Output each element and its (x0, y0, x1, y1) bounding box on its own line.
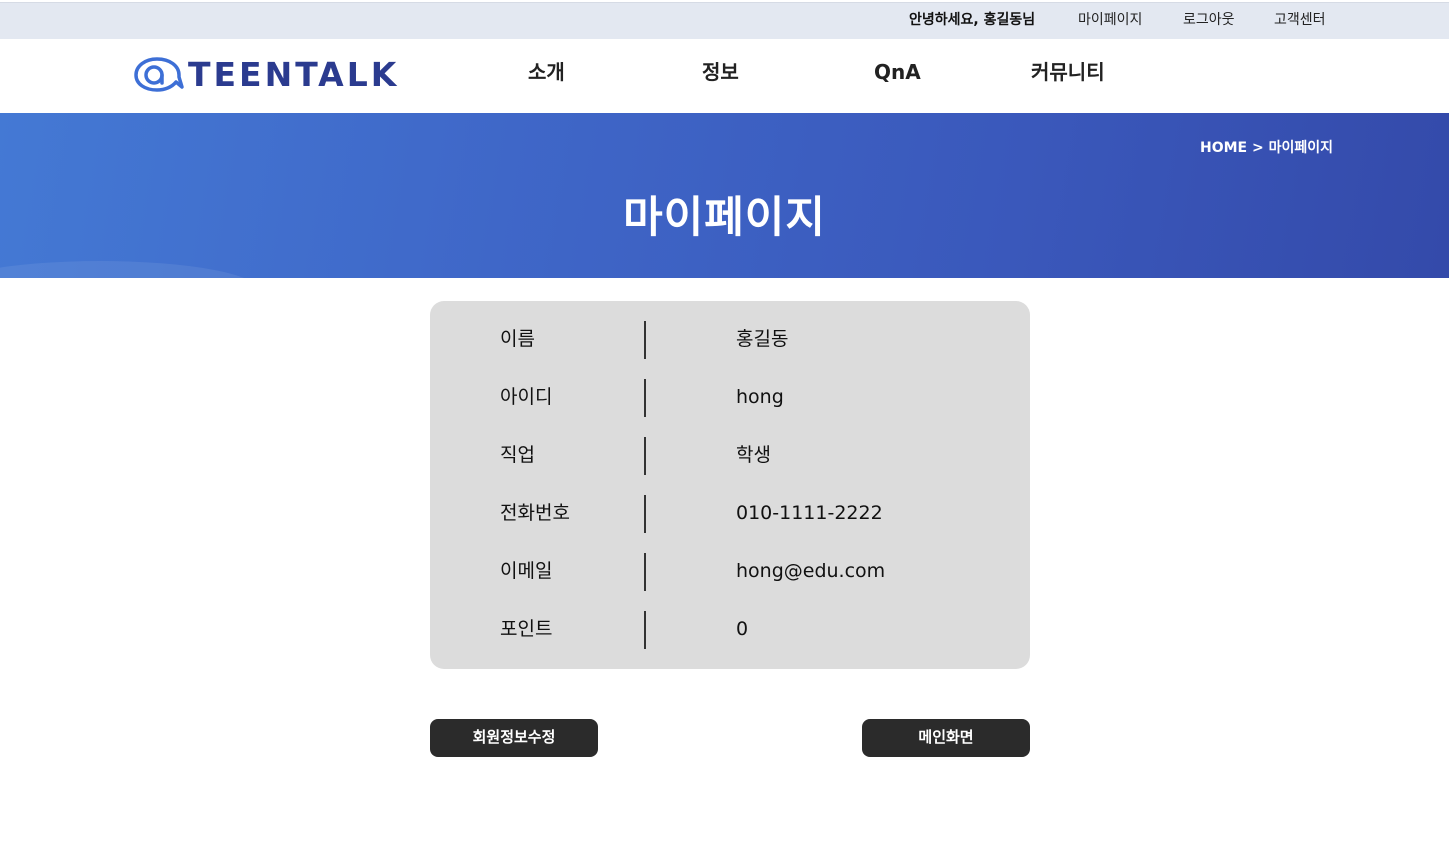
row-divider (644, 553, 646, 591)
profile-row-phone: 전화번호 010-1111-2222 (430, 495, 1030, 533)
top-utility-bar: 안녕하세요, 홍길동님 마이페이지 로그아웃 고객센터 (0, 2, 1449, 39)
profile-value: hong (736, 386, 784, 408)
profile-label: 포인트 (500, 618, 553, 640)
profile-value: 학생 (736, 444, 771, 466)
breadcrumb: HOME > 마이페이지 (1200, 137, 1333, 157)
profile-label: 직업 (500, 444, 535, 466)
profile-value: hong@edu.com (736, 560, 886, 582)
edit-member-info-button[interactable]: 회원정보수정 (430, 719, 598, 757)
breadcrumb-text: HOME > 마이페이지 (1200, 140, 1333, 156)
greeting-text: 안녕하세요, 홍길동님 (909, 12, 1036, 28)
row-divider (644, 321, 646, 359)
profile-row-points: 포인트 0 (430, 611, 1030, 649)
nav-item-intro[interactable]: 소개 (528, 39, 565, 105)
profile-row-email: 이메일 hong@edu.com (430, 553, 1030, 591)
profile-info-card: 이름 홍길동 아이디 hong 직업 학생 전화번호 010-1111-2222… (430, 301, 1030, 669)
logo-text: TEENTALK (188, 55, 400, 94)
site-header: TEENTALK 소개 정보 QnA 커뮤니티 (0, 39, 1449, 113)
nav-item-qna[interactable]: QnA (874, 39, 921, 105)
nav-item-community[interactable]: 커뮤니티 (1031, 39, 1105, 105)
profile-row-id: 아이디 hong (430, 379, 1030, 417)
logout-link[interactable]: 로그아웃 (1183, 3, 1235, 40)
nav-item-info[interactable]: 정보 (702, 39, 739, 105)
profile-value: 홍길동 (736, 328, 789, 350)
row-divider (644, 379, 646, 417)
profile-label: 이름 (500, 328, 535, 350)
profile-label: 전화번호 (500, 502, 570, 524)
profile-label: 이메일 (500, 560, 553, 582)
customer-center-link[interactable]: 고객센터 (1274, 3, 1326, 40)
row-divider (644, 611, 646, 649)
profile-row-name: 이름 홍길동 (430, 321, 1030, 359)
page-title: 마이페이지 (623, 193, 826, 243)
mypage-link[interactable]: 마이페이지 (1078, 3, 1142, 40)
speech-bubble-logo-icon (134, 57, 184, 92)
main-screen-button[interactable]: 메인화면 (862, 719, 1030, 757)
row-divider (644, 495, 646, 533)
site-logo[interactable]: TEENTALK (132, 53, 399, 97)
row-divider (644, 437, 646, 475)
profile-value: 0 (736, 618, 749, 640)
profile-label: 아이디 (500, 386, 553, 408)
profile-row-job: 직업 학생 (430, 437, 1030, 475)
page-banner: HOME > 마이페이지 마이페이지 (0, 113, 1449, 278)
banner-wave-decoration (0, 261, 260, 278)
profile-value: 010-1111-2222 (736, 502, 883, 524)
